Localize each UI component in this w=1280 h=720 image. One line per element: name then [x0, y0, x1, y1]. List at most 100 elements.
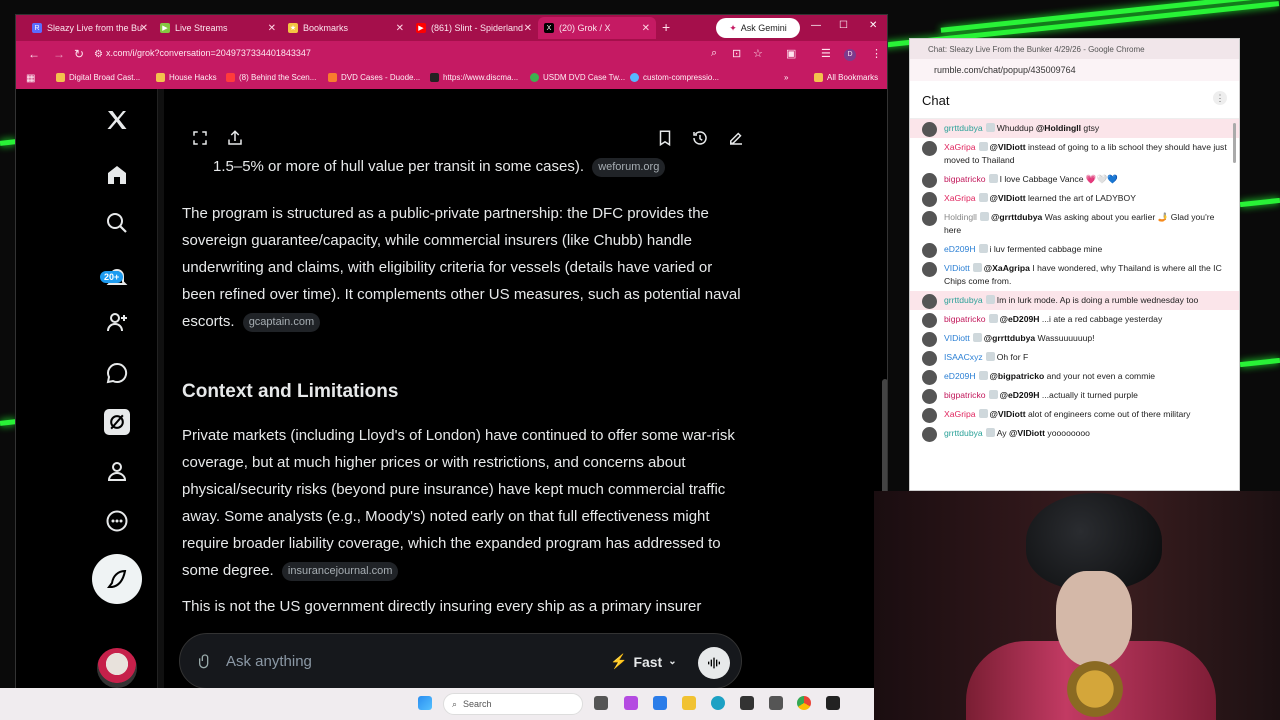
attach-paperclip-icon[interactable] — [197, 653, 213, 674]
site-info-icon[interactable]: ⚙ — [94, 49, 103, 60]
chat-username[interactable]: grrttdubya — [944, 428, 983, 438]
chat-username[interactable]: bigpatricko — [944, 174, 986, 184]
source-chip[interactable]: gcaptain.com — [242, 312, 321, 332]
chat-mention[interactable]: @grrttdubya — [984, 333, 1035, 343]
menu-kebab-icon[interactable]: ⋮ — [871, 47, 882, 60]
user-avatar[interactable] — [922, 427, 937, 442]
app-icon[interactable] — [769, 696, 783, 710]
compose-post-button[interactable] — [92, 554, 142, 604]
bookmark-item[interactable]: House Hacks — [156, 73, 217, 82]
store-icon[interactable] — [653, 696, 667, 710]
follow-icon[interactable] — [104, 309, 130, 335]
user-avatar[interactable] — [922, 211, 937, 226]
user-avatar[interactable] — [922, 294, 937, 309]
user-avatar[interactable] — [922, 262, 937, 277]
tab-close-icon[interactable]: ✕ — [524, 23, 532, 34]
user-avatar[interactable] — [922, 192, 937, 207]
chat-username[interactable]: bigpatricko — [944, 314, 986, 324]
chat-mention[interactable]: @VIDiott — [990, 193, 1026, 203]
windows-start-icon[interactable] — [418, 696, 432, 710]
share-icon[interactable] — [223, 126, 247, 150]
tab-bookmarks[interactable]: ★ Bookmarks ✕ — [282, 17, 410, 39]
url-field[interactable]: x.com/i/grok?conversation=20497373344018… — [106, 48, 311, 58]
obs-icon[interactable] — [826, 696, 840, 710]
chat-username[interactable]: XaGripa — [944, 142, 976, 152]
bookmark-item[interactable]: USDM DVD Case Tw... — [530, 73, 625, 82]
x-logo-icon[interactable] — [104, 107, 130, 133]
voice-mode-button[interactable] — [698, 647, 730, 679]
grok-icon[interactable] — [104, 409, 130, 435]
chat-mention[interactable]: @eD209H — [1000, 390, 1040, 400]
chat-username[interactable]: grrttdubya — [944, 295, 983, 305]
account-avatar[interactable] — [97, 648, 137, 688]
ask-gemini-button[interactable]: ✦ Ask Gemini — [716, 18, 800, 38]
profile-icon[interactable] — [104, 458, 130, 484]
chat-username[interactable]: XaGripa — [944, 409, 976, 419]
tab-youtube[interactable]: ▶ (861) Slint - Spiderland ✕ — [410, 17, 538, 39]
chat-username[interactable]: XaGripa — [944, 193, 976, 203]
extensions-icon[interactable]: ▣ — [786, 47, 796, 60]
chat-username[interactable]: Holdingll — [944, 212, 977, 222]
chat-url[interactable]: rumble.com/chat/popup/435009764 — [910, 59, 1239, 81]
chat-username[interactable]: VIDiott — [944, 263, 970, 273]
tab-close-icon[interactable]: ✕ — [642, 23, 650, 34]
user-avatar[interactable] — [922, 122, 937, 137]
user-avatar[interactable] — [922, 332, 937, 347]
all-bookmarks[interactable]: All Bookmarks — [814, 73, 878, 82]
copilot-icon[interactable] — [624, 696, 638, 710]
chat-mention[interactable]: @VIDiott — [990, 142, 1026, 152]
chat-username[interactable]: eD209H — [944, 371, 976, 381]
task-view-icon[interactable] — [594, 696, 608, 710]
chat-menu-icon[interactable]: ⋮ — [1213, 91, 1227, 105]
chat-mention[interactable]: @VIDiott — [990, 409, 1026, 419]
ask-input-box[interactable]: Ask anything ⚡ Fast ⌄ — [179, 633, 742, 689]
more-bookmarks-chevron-icon[interactable]: » — [784, 73, 788, 82]
new-chat-edit-icon[interactable] — [724, 126, 748, 150]
chat-bubble-icon[interactable] — [104, 360, 130, 386]
bookmark-item[interactable]: DVD Cases - Duode... — [328, 73, 420, 82]
reading-list-icon[interactable]: ☰ — [821, 47, 831, 60]
user-avatar[interactable] — [922, 141, 937, 156]
chat-mention[interactable]: @eD209H — [1000, 314, 1040, 324]
user-avatar[interactable] — [922, 408, 937, 423]
star-icon[interactable]: ☆ — [753, 47, 763, 60]
install-icon[interactable]: ⊡ — [732, 47, 741, 60]
fullscreen-icon[interactable] — [188, 126, 212, 150]
source-chip[interactable]: insurancejournal.com — [281, 561, 399, 581]
user-avatar[interactable] — [922, 370, 937, 385]
chat-mention[interactable]: @XaAgripa — [984, 263, 1030, 273]
bookmark-item[interactable]: Digital Broad Cast... — [56, 73, 140, 82]
chat-username[interactable]: grrttdubya — [944, 123, 983, 133]
new-tab-button[interactable]: + — [662, 19, 670, 35]
zoom-icon[interactable]: ⌕ — [711, 47, 717, 60]
tab-close-icon[interactable]: ✕ — [396, 23, 404, 34]
chat-username[interactable]: eD209H — [944, 244, 976, 254]
bookmark-item[interactable]: (8) Behind the Scen... — [226, 73, 316, 82]
taskbar-search[interactable]: ⌕ Search — [443, 693, 583, 715]
chat-username[interactable]: bigpatricko — [944, 390, 986, 400]
bookmark-icon[interactable] — [653, 126, 677, 150]
bookmark-item[interactable]: https://www.discma... — [430, 73, 518, 82]
user-avatar[interactable] — [922, 243, 937, 258]
tab-grok[interactable]: X (20) Grok / X ✕ — [538, 17, 656, 39]
forward-arrow-icon[interactable]: → — [53, 47, 65, 61]
user-avatar[interactable] — [922, 389, 937, 404]
more-options-icon[interactable] — [104, 508, 130, 534]
source-chip[interactable]: weforum.org — [592, 157, 666, 177]
edge-icon[interactable] — [711, 696, 725, 710]
chat-mention[interactable]: @Holdingll — [1036, 123, 1081, 133]
maximize-icon[interactable]: ☐ — [839, 20, 848, 31]
tab-sleazy[interactable]: R Sleazy Live from the Bu ✕ — [26, 17, 154, 39]
history-icon[interactable] — [688, 126, 712, 150]
back-arrow-icon[interactable]: ← — [28, 47, 40, 61]
user-avatar[interactable] — [922, 351, 937, 366]
chat-username[interactable]: VIDiott — [944, 333, 970, 343]
bookmark-item[interactable]: custom-compressio... — [630, 73, 719, 82]
file-explorer-icon[interactable] — [682, 696, 696, 710]
tab-close-icon[interactable]: ✕ — [268, 23, 276, 34]
chat-mention[interactable]: @VIDiott — [1009, 428, 1045, 438]
chat-username[interactable]: ISAACxyz — [944, 352, 983, 362]
chat-mention[interactable]: @bigpatricko — [990, 371, 1045, 381]
close-window-icon[interactable]: ✕ — [869, 20, 877, 31]
search-icon[interactable] — [104, 210, 130, 236]
